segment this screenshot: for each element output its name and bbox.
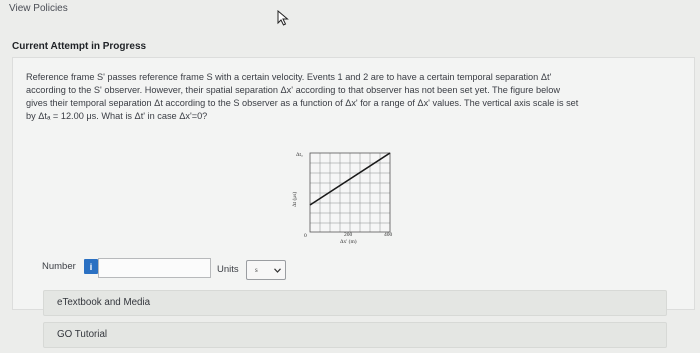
go-tutorial-label: GO Tutorial — [57, 329, 108, 340]
number-label: Number — [42, 261, 76, 272]
units-select[interactable]: s — [246, 260, 286, 280]
question-line: Reference frame S' passes reference fram… — [26, 72, 552, 82]
x-origin-label: 0 — [304, 233, 307, 239]
y-axis-title: Δt (μs) — [291, 192, 298, 207]
x-tick-label-end: 400 — [384, 232, 393, 238]
delta-t-vs-delta-x-graph: Δtₐ Δt (μs) 0 200 400 Δx' (m) — [291, 152, 393, 245]
attempt-heading: Current Attempt in Progress — [12, 41, 147, 52]
etextbook-media-button[interactable]: eTextbook and Media — [43, 290, 667, 316]
units-label: Units — [217, 264, 239, 275]
question-line: according to the S' observer. However, t… — [26, 85, 560, 95]
question-line: by Δtₐ = 12.00 μs. What is Δt' in case Δ… — [26, 111, 208, 121]
number-input[interactable] — [98, 258, 211, 278]
chevron-down-icon — [274, 267, 281, 273]
x-axis-title: Δx' (m) — [340, 238, 357, 245]
info-button[interactable]: i — [84, 259, 98, 274]
etextbook-media-label: eTextbook and Media — [57, 297, 151, 308]
y-axis-max-label: Δtₐ — [296, 152, 303, 158]
question-line: gives their temporal separation Δt accor… — [26, 98, 579, 108]
x-tick-label-mid: 200 — [344, 232, 353, 238]
go-tutorial-button[interactable]: GO Tutorial — [43, 322, 667, 348]
question-text: Reference frame S' passes reference fram… — [26, 71, 692, 123]
mouse-cursor-icon — [277, 10, 289, 26]
units-selected-value: s — [255, 266, 258, 274]
view-policies-link[interactable]: View Policies — [9, 3, 68, 14]
